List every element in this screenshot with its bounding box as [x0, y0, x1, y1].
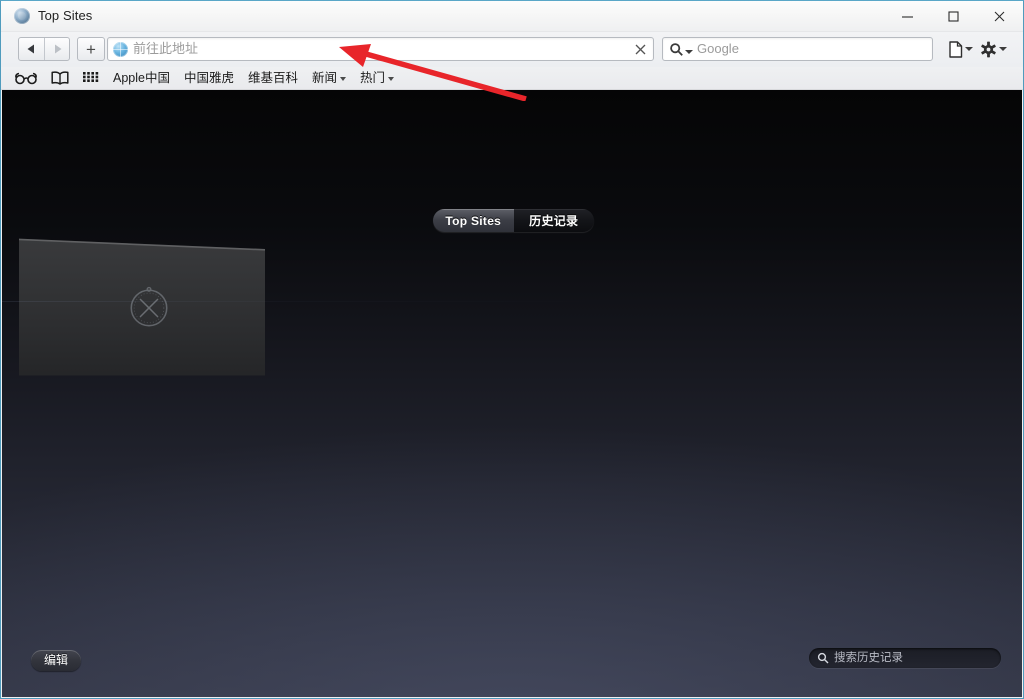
search-magnifier-icon[interactable]	[669, 42, 693, 57]
bookmarks-book-icon[interactable]	[51, 71, 69, 85]
tab-top-sites[interactable]: Top Sites	[433, 209, 514, 232]
search-bar[interactable]	[662, 37, 933, 61]
minimize-icon[interactable]	[884, 1, 930, 31]
browser-window: Top Sites + 前往此地址 Google Apple中国 中国雅虎 维基…	[0, 0, 1024, 699]
top-site-thumbnail-empty[interactable]	[19, 232, 265, 380]
settings-gear-icon[interactable]	[980, 37, 1007, 61]
top-sites-content: Top Sites 历史记录 编辑	[2, 90, 1022, 697]
gear-chevron-down-icon[interactable]	[999, 47, 1007, 51]
history-search-field[interactable]	[809, 648, 1001, 668]
bookmark-label: 维基百科	[248, 71, 299, 85]
clear-address-icon[interactable]	[632, 41, 649, 58]
close-icon[interactable]	[976, 1, 1022, 31]
chevron-down-icon	[388, 77, 395, 81]
history-search-input[interactable]	[834, 649, 984, 667]
bookmark-folder-popular[interactable]: 热门	[360, 71, 395, 85]
safari-compass-placeholder-icon	[130, 286, 168, 327]
bookmark-item-apple-china[interactable]: Apple中国	[113, 71, 170, 85]
bookmark-label: 中国雅虎	[183, 71, 234, 85]
reader-glasses-icon[interactable]	[15, 72, 37, 85]
bookmark-folder-news[interactable]: 新闻	[312, 71, 347, 85]
forward-button[interactable]	[44, 38, 69, 60]
chevron-down-icon	[340, 77, 347, 81]
search-engine-chevron-down-icon[interactable]	[685, 50, 693, 54]
bookmark-label: 新闻	[312, 71, 338, 85]
page-actions-icon[interactable]	[949, 37, 973, 61]
navigation-buttons	[18, 37, 70, 61]
browser-toolbar: +	[1, 32, 1023, 67]
address-input[interactable]	[133, 38, 625, 60]
bookmark-item-wikipedia[interactable]: 维基百科	[248, 71, 298, 85]
bookmark-item-yahoo-china[interactable]: 中国雅虎	[184, 71, 234, 85]
top-sites-grid-icon[interactable]	[83, 71, 99, 85]
view-mode-segmented-control: Top Sites 历史记录	[433, 209, 594, 232]
window-title: Top Sites	[38, 8, 93, 23]
edit-button[interactable]: 编辑	[31, 650, 82, 671]
address-bar[interactable]	[107, 37, 654, 61]
new-tab-button[interactable]: +	[77, 37, 105, 61]
tab-history[interactable]: 历史记录	[513, 209, 594, 232]
page-chevron-down-icon[interactable]	[965, 47, 973, 51]
safari-compass-icon	[14, 8, 30, 24]
bookmark-label: Apple中国	[113, 71, 170, 85]
bookmark-label: 热门	[360, 71, 386, 85]
globe-icon	[113, 42, 128, 57]
bookmark-bar: Apple中国 中国雅虎 维基百科 新闻 热门	[1, 67, 1023, 90]
title-bar: Top Sites	[1, 1, 1023, 32]
search-input[interactable]	[697, 38, 926, 60]
back-button[interactable]	[19, 38, 44, 60]
search-magnifier-icon	[817, 652, 829, 664]
maximize-icon[interactable]	[930, 1, 976, 31]
